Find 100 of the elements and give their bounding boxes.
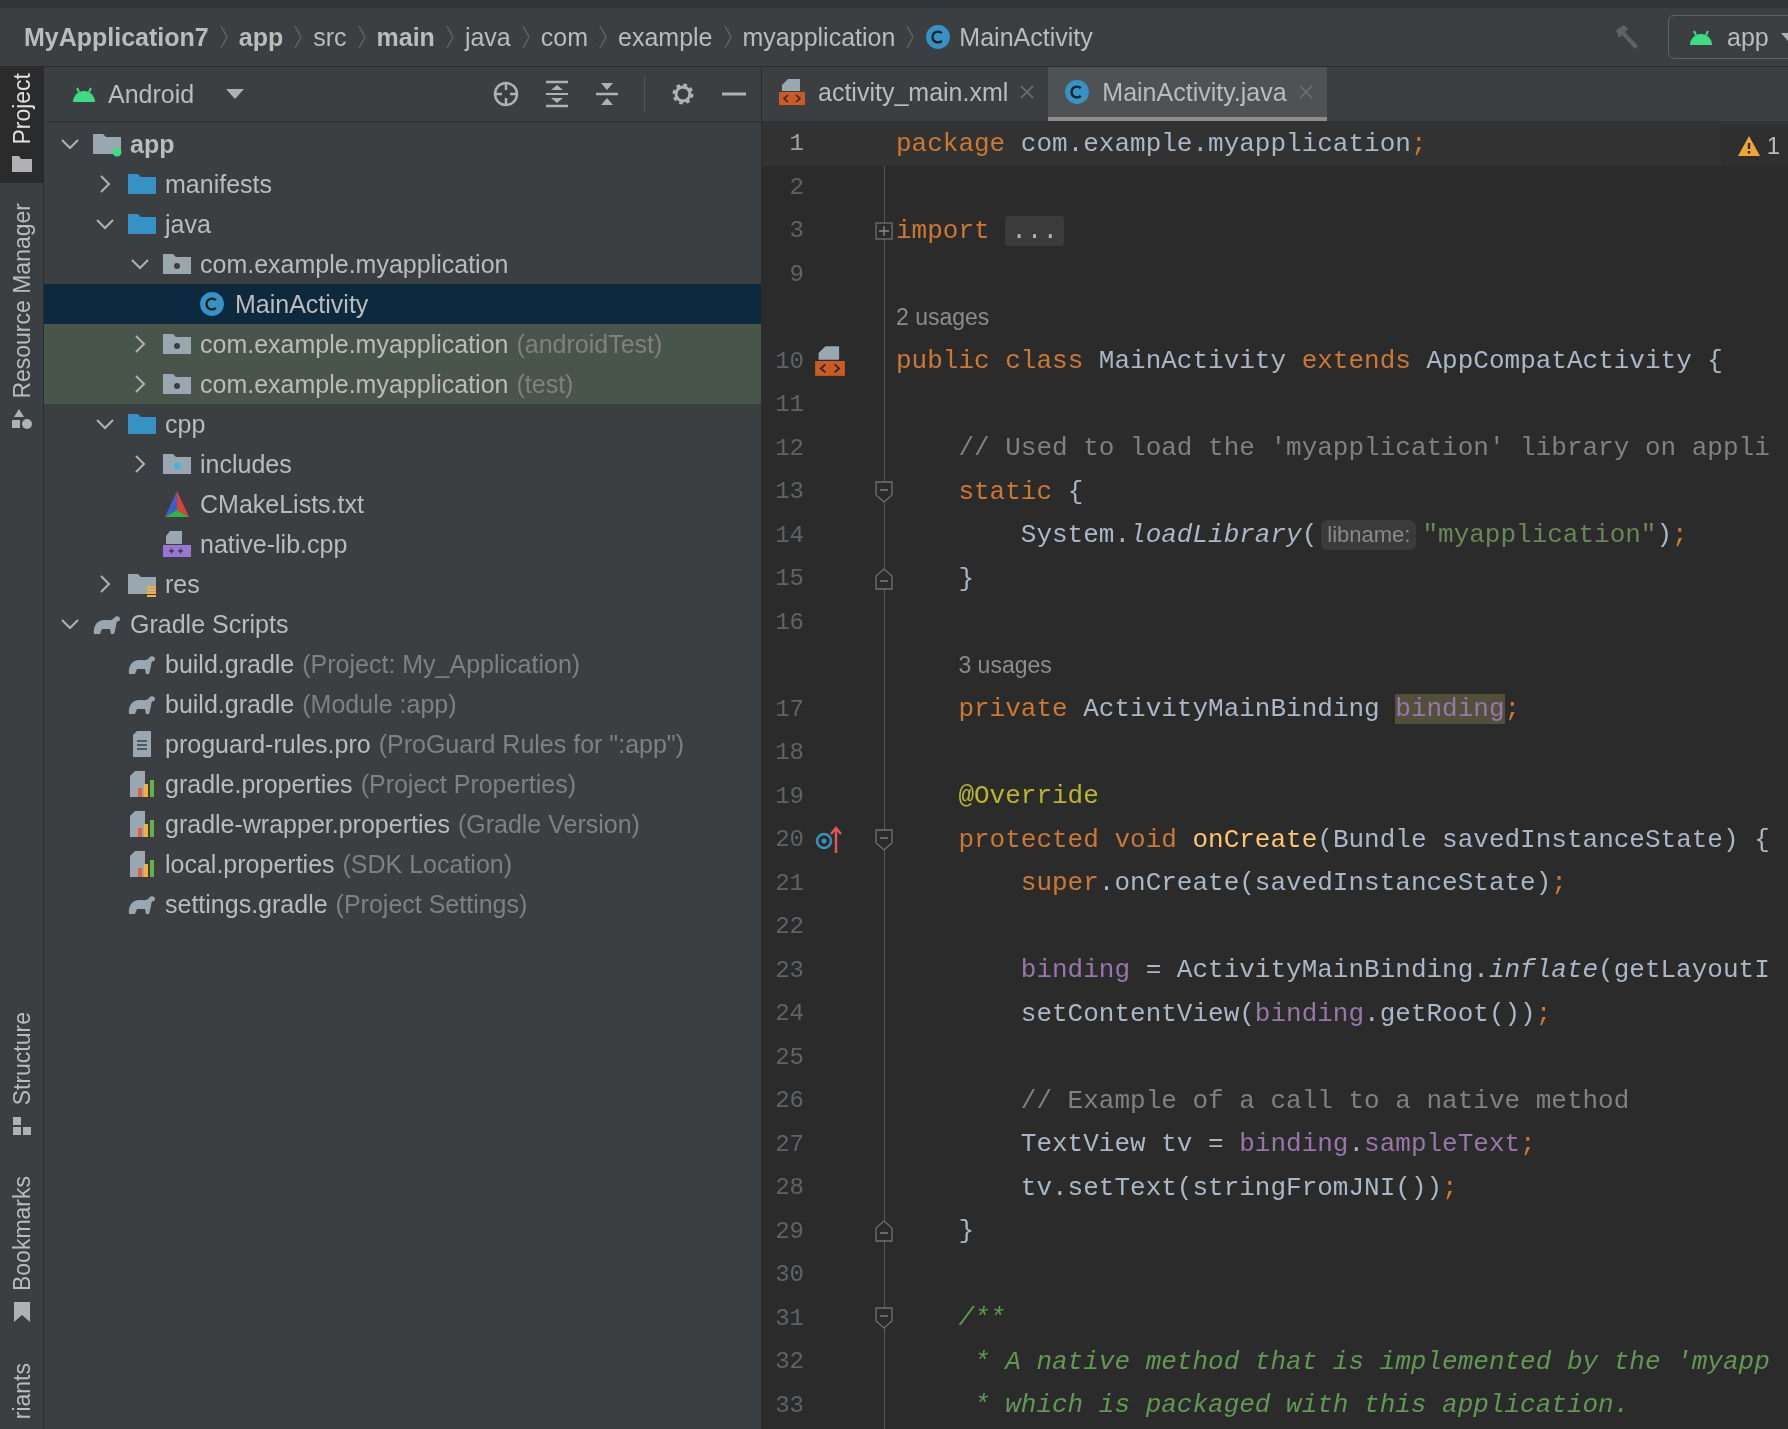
collapse-fold-icon[interactable] bbox=[875, 1307, 893, 1330]
layout-file-icon bbox=[778, 78, 806, 106]
view-selector[interactable]: Android bbox=[70, 79, 245, 109]
folder-icon bbox=[127, 171, 157, 197]
tree-item[interactable]: cpp bbox=[44, 404, 761, 444]
collapse-fold-icon[interactable] bbox=[875, 480, 893, 503]
separator-icon bbox=[598, 24, 608, 50]
line-number: 20 bbox=[775, 826, 804, 854]
tree-item[interactable]: proguard-rules.pro (ProGuard Rules for ":app") bbox=[44, 724, 761, 764]
tool-window-tab[interactable]: Resource Manager bbox=[0, 196, 43, 441]
breadcrumb-item[interactable]: main bbox=[376, 22, 435, 52]
line-number: 12 bbox=[775, 434, 804, 462]
tool-window-tab[interactable]: riants bbox=[0, 1356, 43, 1429]
usages-hint[interactable]: 2 usages bbox=[896, 304, 990, 332]
line-number: 32 bbox=[775, 1348, 804, 1376]
tree-item[interactable]: native-lib.cpp bbox=[44, 524, 761, 564]
tree-item[interactable]: Gradle Scripts bbox=[44, 604, 761, 644]
line-number: 13 bbox=[775, 478, 804, 506]
tool-window-tab[interactable]: Structure bbox=[0, 1006, 43, 1146]
separator-icon bbox=[905, 24, 916, 50]
package-folder-icon bbox=[162, 371, 192, 397]
code-text: binding = ActivityMainBinding.inflate(getLayoutI bbox=[1020, 955, 1770, 986]
tree-item[interactable]: settings.gradle (Project Settings) bbox=[44, 884, 761, 924]
override-marker-icon[interactable] bbox=[814, 824, 844, 855]
tool-window-tab[interactable]: Project bbox=[0, 67, 43, 183]
text-file-icon bbox=[130, 730, 154, 758]
package-folder-icon bbox=[162, 251, 192, 277]
code-text: super.onCreate(savedInstanceState); bbox=[1020, 868, 1567, 899]
code-text: System.loadLibrary( bbox=[1020, 520, 1318, 551]
properties-file-icon bbox=[128, 850, 156, 878]
code-text: setContentView(binding.getRoot()); bbox=[1020, 998, 1552, 1029]
line-number: 19 bbox=[775, 782, 804, 810]
code-text: static { bbox=[958, 476, 1084, 507]
tree-item[interactable]: CMakeLists.txt bbox=[44, 484, 761, 524]
separator-icon bbox=[218, 24, 229, 50]
breadcrumb-item[interactable]: myapplication bbox=[742, 22, 896, 52]
bookmark-icon bbox=[13, 1300, 31, 1323]
line-number: 27 bbox=[775, 1130, 804, 1158]
folded-code[interactable]: ... bbox=[1005, 215, 1065, 246]
tree-item[interactable]: java bbox=[44, 204, 761, 244]
run-configuration-dropdown[interactable]: app bbox=[1668, 15, 1788, 59]
layout-file-icon[interactable] bbox=[814, 345, 846, 378]
line-number: 11 bbox=[775, 391, 804, 419]
tree-item[interactable]: includes bbox=[44, 444, 761, 484]
separator-icon bbox=[356, 24, 367, 50]
expand-fold-icon[interactable] bbox=[875, 221, 893, 240]
line-number: 14 bbox=[775, 521, 804, 549]
tree-item[interactable]: build.gradle (Module :app) bbox=[44, 684, 761, 724]
breadcrumb-item[interactable]: MyApplication7 bbox=[24, 22, 209, 52]
tree-item[interactable]: local.properties (SDK Location) bbox=[44, 844, 761, 884]
code-text: protected void onCreate(Bundle savedInstanceState) { bbox=[958, 824, 1770, 855]
class-icon bbox=[199, 291, 225, 317]
code-text: private ActivityMainBinding binding; bbox=[958, 694, 1521, 725]
tree-item[interactable]: manifests bbox=[44, 164, 761, 204]
code-text: /** bbox=[958, 1303, 1006, 1334]
breadcrumb-item[interactable]: MainActivity bbox=[925, 22, 1093, 52]
code-text: tv.setText(stringFromJNI()); bbox=[1020, 1172, 1458, 1203]
line-number: 30 bbox=[775, 1261, 804, 1289]
line-number: 18 bbox=[775, 739, 804, 767]
collapse-all-icon[interactable] bbox=[594, 80, 620, 108]
locate-icon[interactable] bbox=[492, 80, 520, 108]
tree-item[interactable]: gradle-wrapper.properties (Gradle Version) bbox=[44, 804, 761, 844]
line-number: 31 bbox=[775, 1304, 804, 1332]
code-text: * A native method that is implemented by the 'myapp bbox=[974, 1346, 1770, 1377]
collapse-fold-icon[interactable] bbox=[875, 828, 893, 851]
code-text: * which is packaged with this application. bbox=[974, 1390, 1630, 1421]
separator-icon bbox=[520, 24, 531, 50]
usages-hint[interactable]: 3 usages bbox=[958, 652, 1052, 680]
editor-tab[interactable]: MainActivity.java bbox=[1048, 67, 1327, 121]
tree-item[interactable]: res bbox=[44, 564, 761, 604]
tree-item[interactable]: build.gradle (Project: My_Application) bbox=[44, 644, 761, 684]
tree-item[interactable]: com.example.myapplication bbox=[44, 244, 761, 284]
package-folder-icon bbox=[162, 451, 192, 477]
breadcrumb-item[interactable]: src bbox=[313, 22, 347, 52]
collapse-fold-icon[interactable] bbox=[875, 567, 893, 590]
line-number: 23 bbox=[775, 956, 804, 984]
breadcrumb-item[interactable]: com bbox=[540, 22, 588, 52]
parameter-hint: libname: bbox=[1321, 520, 1417, 551]
editor-tab[interactable]: activity_main.xml bbox=[762, 67, 1049, 121]
tree-item[interactable]: app bbox=[44, 124, 761, 164]
line-number: 9 bbox=[789, 260, 804, 288]
line-number: 3 bbox=[789, 217, 804, 245]
collapse-fold-icon[interactable] bbox=[875, 1220, 893, 1243]
tool-window-tab[interactable]: Bookmarks bbox=[0, 1169, 43, 1333]
line-number: 33 bbox=[775, 1391, 804, 1419]
warning-count: 1 bbox=[1766, 132, 1780, 160]
breadcrumb-item[interactable]: example bbox=[618, 22, 713, 52]
code-text: // Example of a call to a native method bbox=[1020, 1085, 1630, 1116]
line-number: 29 bbox=[775, 1217, 804, 1245]
breadcrumb-item[interactable]: app bbox=[238, 22, 284, 52]
code-text: package com.example.myapplication; bbox=[896, 128, 1427, 159]
breadcrumb-item[interactable]: java bbox=[464, 22, 511, 52]
code-text: public class MainActivity extends AppCompatActivity { bbox=[896, 346, 1723, 377]
tree-item[interactable]: MainActivity bbox=[44, 284, 761, 324]
separator-icon bbox=[293, 24, 304, 50]
triangle-logo-icon bbox=[163, 490, 191, 518]
resource-folder-icon bbox=[127, 571, 157, 597]
line-number: 26 bbox=[775, 1087, 804, 1115]
tree-item[interactable]: gradle.properties (Project Properties) bbox=[44, 764, 761, 804]
expand-all-icon[interactable] bbox=[544, 80, 570, 108]
